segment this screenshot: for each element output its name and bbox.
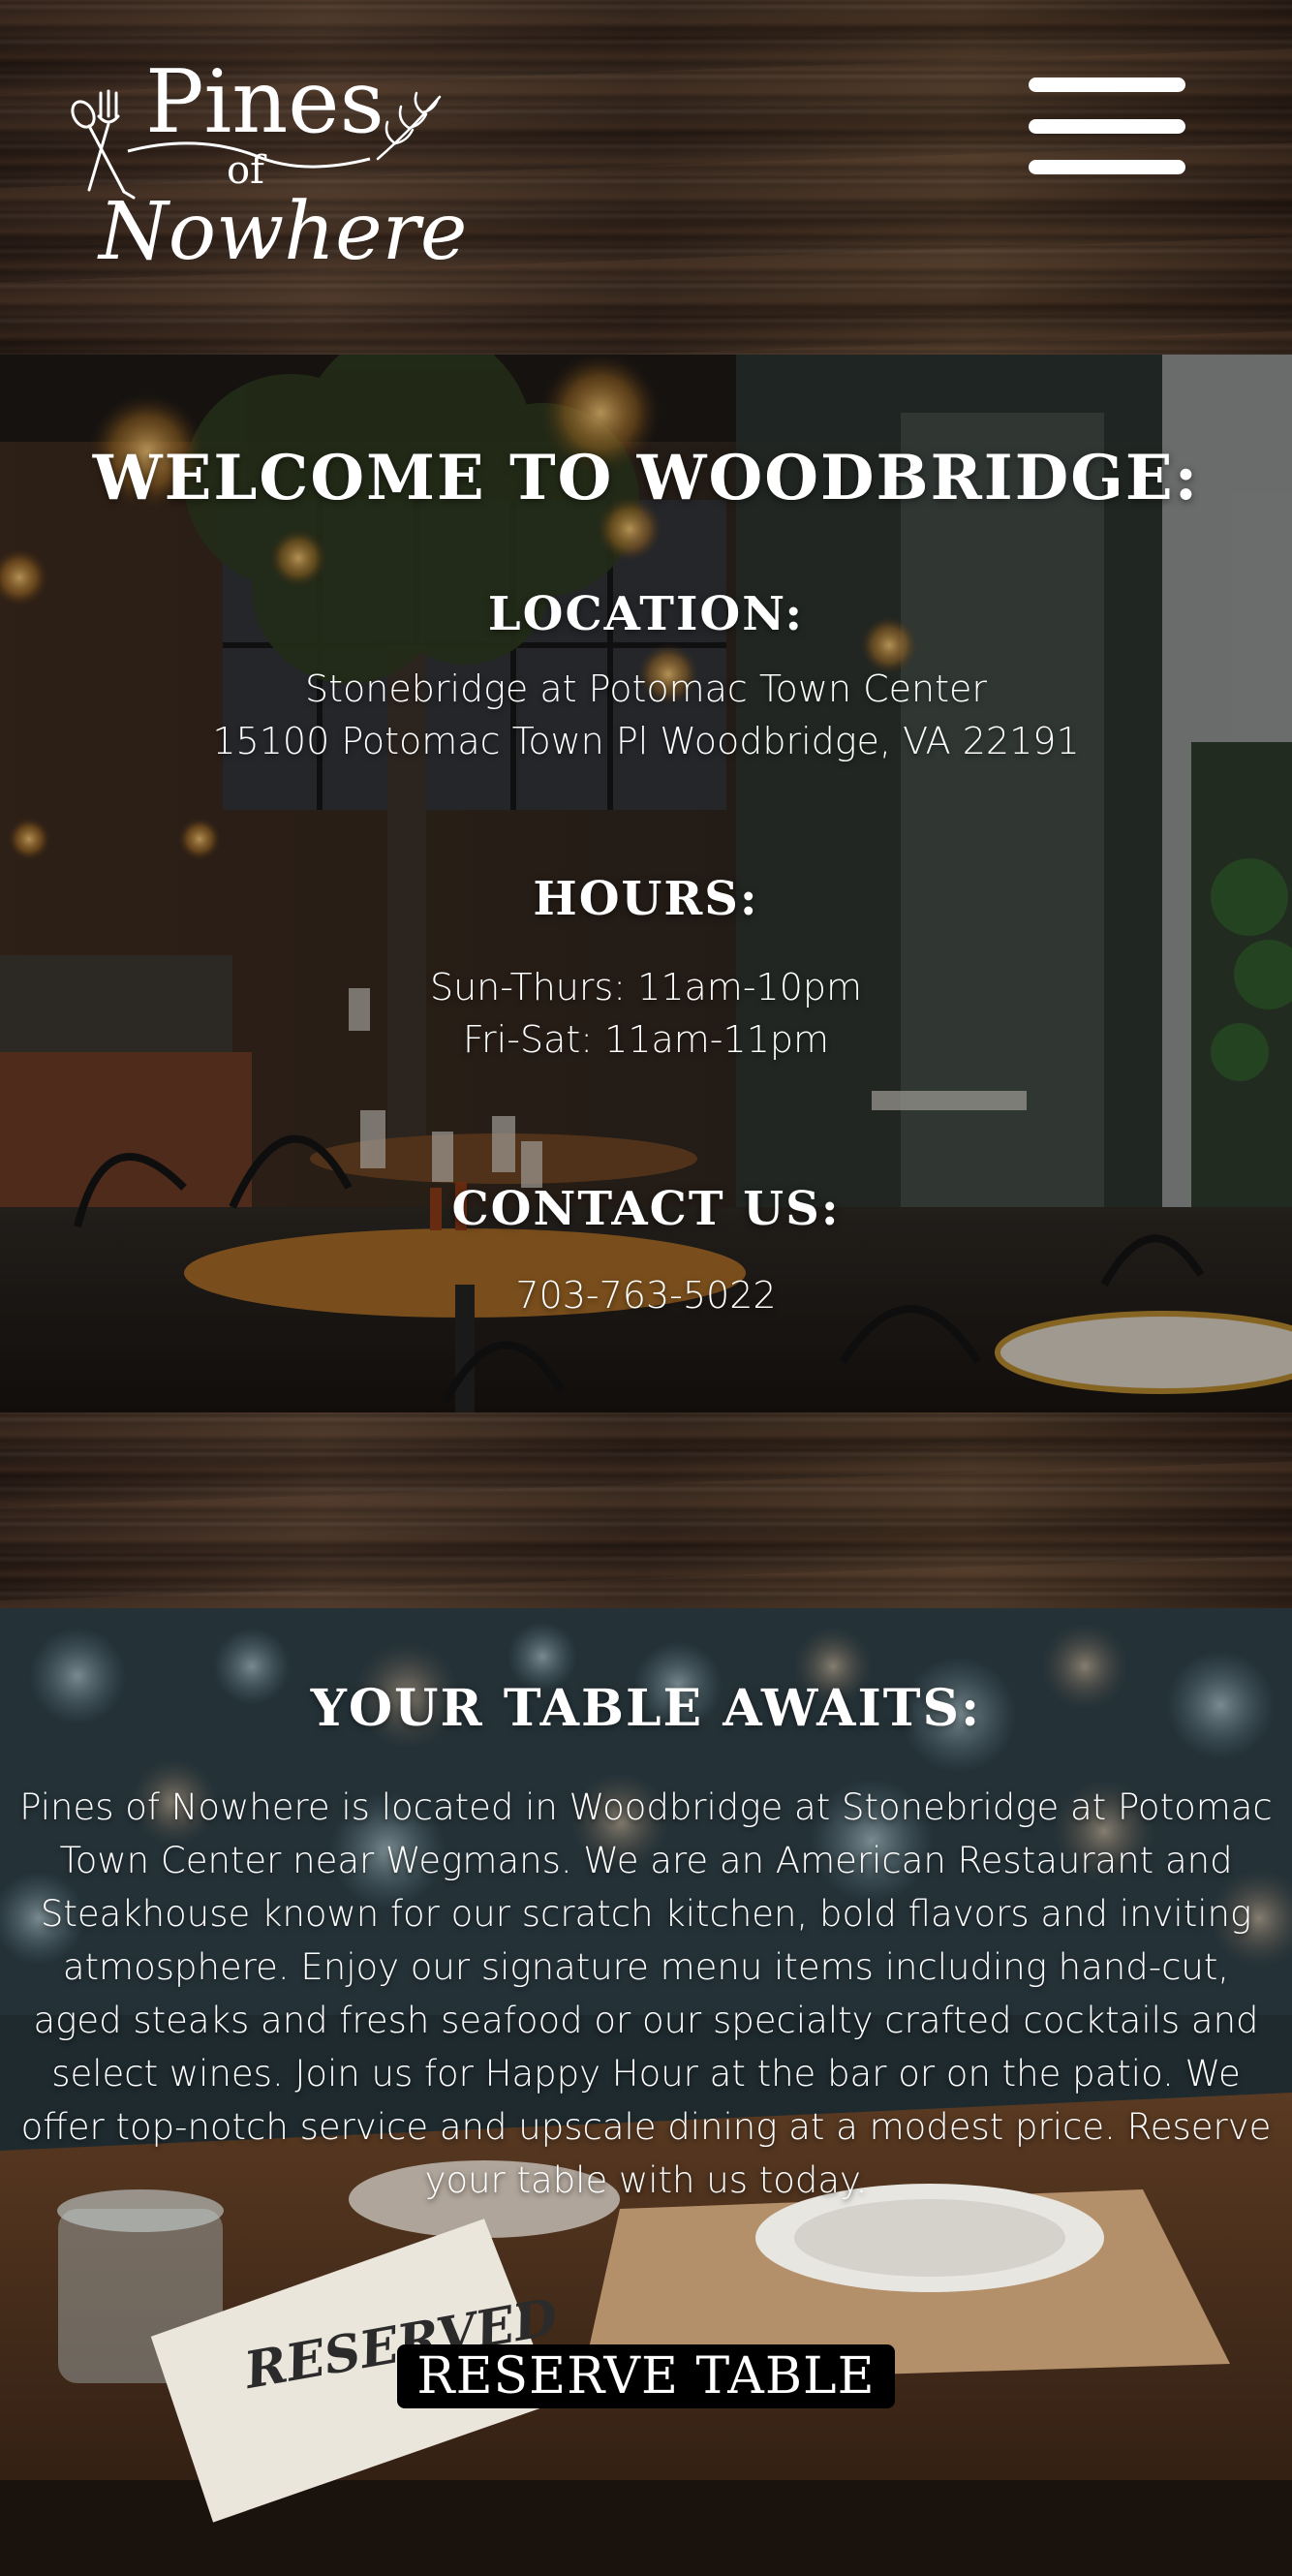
table-awaits-title: YOUR TABLE AWAITS:	[310, 1679, 982, 1738]
hours-weekday: Sun-Thurs: 11am-10pm	[429, 966, 863, 1009]
location-address[interactable]: 15100 Potomac Town Pl Woodbridge, VA 221…	[0, 715, 1292, 767]
location-title: LOCATION:	[487, 587, 805, 641]
welcome-section: WELCOME TO WOODBRIDGE: LOCATION: Stonebr…	[0, 355, 1292, 1412]
phone-link[interactable]: 703-763-5022	[0, 1269, 1292, 1321]
about-paragraph: Pines of Nowhere is located in Woodbridg…	[19, 1786, 1273, 2201]
site-header: Pines of Nowhere	[0, 0, 1292, 355]
hours-title: HOURS:	[533, 872, 759, 926]
wood-divider	[0, 1412, 1292, 1608]
table-awaits-section: RESERVED YOUR TABLE AWAITS: Pines of Now…	[0, 1608, 1292, 2576]
hamburger-menu-icon[interactable]	[1029, 78, 1185, 174]
logo[interactable]: Pines of Nowhere	[70, 51, 467, 287]
fork-spoon-icon	[71, 89, 136, 200]
menu-bar	[1029, 118, 1185, 134]
hours-weekend: Fri-Sat: 11am-11pm	[462, 1018, 830, 1061]
contact-title: CONTACT US:	[451, 1182, 841, 1236]
welcome-title: WELCOME TO WOODBRIDGE:	[92, 442, 1200, 514]
wheat-icon	[376, 91, 442, 161]
reserve-table-button[interactable]: RESERVE TABLE	[397, 2344, 895, 2408]
logo-word-nowhere: Nowhere	[99, 186, 468, 278]
logo-word-pines: Pines	[145, 51, 385, 153]
location-venue: Stonebridge at Potomac Town Center	[304, 667, 988, 710]
menu-bar	[1029, 78, 1185, 92]
menu-bar	[1029, 160, 1185, 174]
